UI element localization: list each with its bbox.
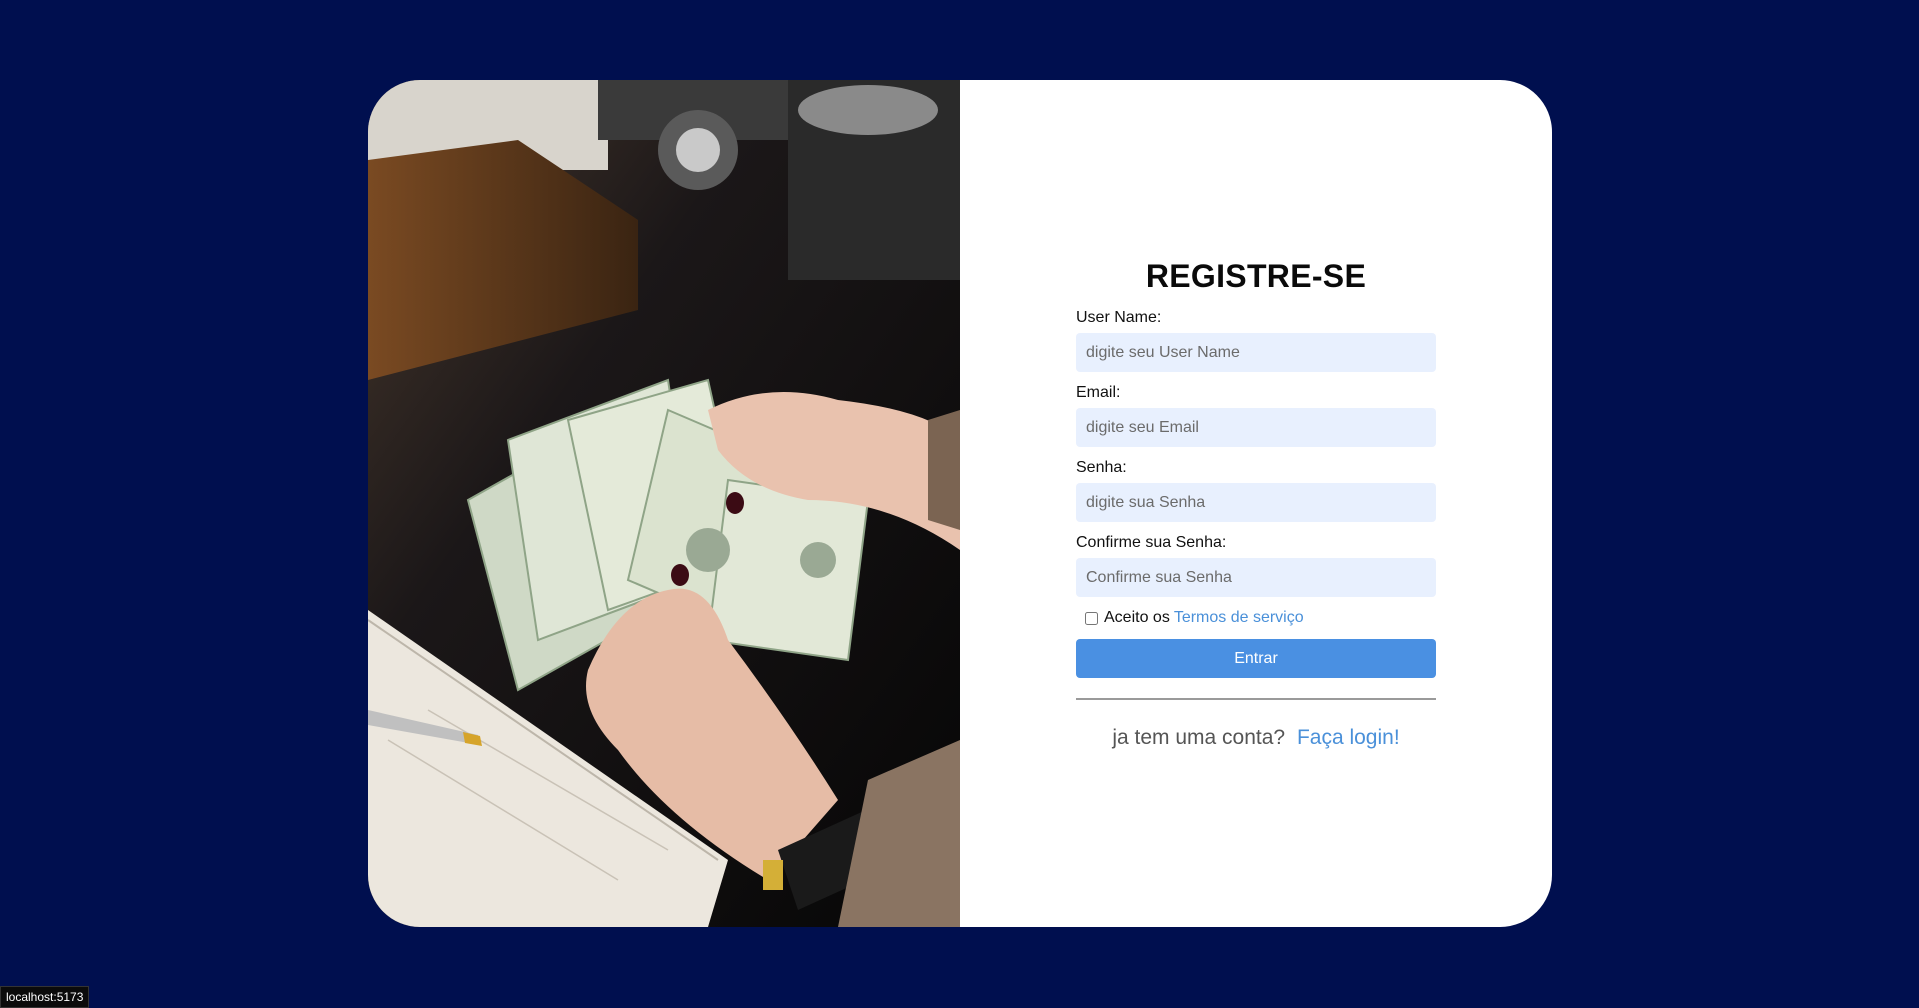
register-form: REGISTRE-SE User Name: Email: Senha: Con…: [1076, 258, 1436, 750]
terms-checkbox[interactable]: [1085, 611, 1098, 625]
money-counting-image: [368, 80, 960, 927]
form-panel: REGISTRE-SE User Name: Email: Senha: Con…: [960, 80, 1552, 927]
username-label: User Name:: [1076, 309, 1162, 326]
page-title: REGISTRE-SE: [1145, 258, 1367, 294]
divider: [1076, 698, 1436, 700]
password-label: Senha:: [1076, 459, 1127, 476]
login-prompt-text: ja tem uma conta?: [1112, 726, 1286, 749]
status-bar-url: localhost:5173: [0, 986, 90, 1008]
hero-photo: [368, 80, 960, 927]
terms-row: Aceito os Termos de serviço: [1085, 609, 1436, 627]
email-input[interactable]: [1076, 408, 1436, 447]
register-card: REGISTRE-SE User Name: Email: Senha: Con…: [368, 80, 1552, 927]
confirm-password-label: Confirme sua Senha:: [1076, 534, 1227, 551]
email-label: Email:: [1076, 384, 1121, 401]
submit-button[interactable]: Entrar: [1076, 639, 1436, 678]
login-prompt-row: ja tem uma conta? Faça login!: [1076, 726, 1436, 750]
password-input[interactable]: [1076, 483, 1436, 522]
terms-link[interactable]: Termos de serviço: [1174, 609, 1304, 627]
login-link[interactable]: Faça login!: [1297, 726, 1400, 749]
username-input[interactable]: [1076, 333, 1436, 372]
terms-prefix: Aceito os: [1104, 609, 1170, 626]
confirm-password-input[interactable]: [1076, 558, 1436, 597]
